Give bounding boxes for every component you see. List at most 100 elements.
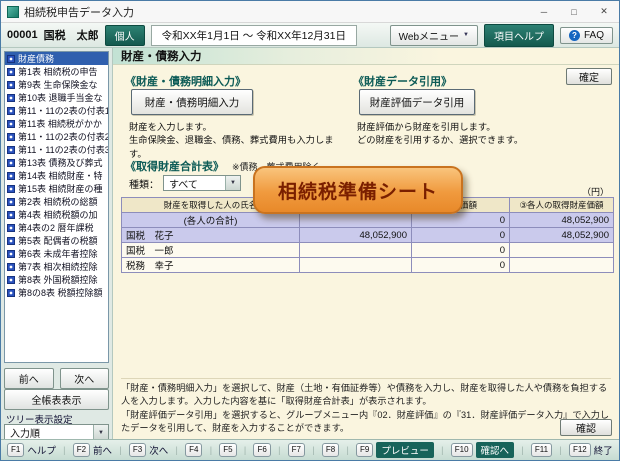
instruction-paragraph: 「財産評価データ引用」を選択すると、グループメニュー内『02．財産評価』の『31… <box>121 409 610 433</box>
fkey-f10-button[interactable]: F10 確認へ <box>450 442 515 458</box>
form-icon <box>7 288 15 297</box>
sidebar-item[interactable]: 第8表 外国税額控除 <box>5 273 108 286</box>
sidebar-item[interactable]: 第9表 生命保険金な <box>5 78 108 91</box>
fkey-label: 終了 <box>593 446 613 457</box>
form-icon <box>7 93 15 102</box>
form-icon <box>7 184 15 193</box>
page-title-band: 財産・債務入力 <box>113 48 619 65</box>
sidebar-item[interactable]: 第10表 退職手当金な <box>5 91 108 104</box>
form-icon <box>7 197 15 206</box>
property-debt-detail-button[interactable]: 財産・債務明細入力 <box>131 89 253 115</box>
table-row[interactable]: 国税 花子 48,052,900 0 48,052,900 <box>121 227 614 243</box>
tree-order-value: 入力順 <box>10 429 40 440</box>
sidebar-item-label: 第8表 外国税額控除 <box>18 275 98 285</box>
show-all-forms-button[interactable]: 全帳表表示 <box>4 389 109 410</box>
sidebar-item[interactable]: 第7表 相次相続控除 <box>5 260 108 273</box>
table-row[interactable]: (各人の合計) 0 48,052,900 <box>121 212 614 228</box>
property-eval-quote-button[interactable]: 財産評価データ引用 <box>359 89 475 115</box>
column-header: ③各人の取得財産価額 <box>509 197 614 213</box>
minimize-button[interactable]: ─ <box>529 1 559 22</box>
prev-button[interactable]: 前へ <box>4 368 54 389</box>
chevron-down-icon: ▼ <box>225 176 240 190</box>
separator: | <box>521 445 524 455</box>
fkey-cap: F8 <box>321 443 340 457</box>
chevron-down-icon: ▼ <box>463 32 469 38</box>
sidebar-item[interactable]: 第11表 相続税がかか <box>5 117 108 130</box>
amount-cell <box>299 257 412 273</box>
person-name-cell: 税務 幸子 <box>121 257 300 273</box>
sidebar-item-label: 第10表 退職手当金な <box>18 93 103 103</box>
sidebar-item[interactable]: 第13表 債務及び葬式 <box>5 156 108 169</box>
sidebar-item[interactable]: 第15表 相続財産の種 <box>5 182 108 195</box>
table-row[interactable]: 国税 一郎 0 <box>121 242 614 258</box>
fkey-f8-button[interactable]: F8 <box>321 443 340 457</box>
sidebar-item-label: 第11・11の2表の付表3 <box>18 145 108 155</box>
table-row[interactable]: 税務 幸子 0 <box>121 257 614 273</box>
detail-section-heading: 《財産・債務明細入力》 <box>125 76 246 88</box>
fkey-f11-button[interactable]: F11 <box>530 443 553 457</box>
function-key-bar: F1 ヘルプ | F2 前へ | F3 次へ | F4 | F5 | F6 | F7 | F8 | F9 プレビュー | F… <box>1 439 619 460</box>
person-type-badge[interactable]: 個人 <box>104 24 145 46</box>
sidebar-item-label: 第4表の2 暦年課税 <box>18 223 94 233</box>
faq-button[interactable]: ? FAQ <box>559 26 613 44</box>
sidebar-item-label: 第4表 相続税額の加 <box>18 210 98 220</box>
sidebar-item[interactable]: 第6表 未成年者控除 <box>5 247 108 260</box>
amount-cell: 0 <box>411 227 510 243</box>
fkey-cap: F9 <box>356 443 374 457</box>
sidebar-item[interactable]: 第14表 相続財産・特 <box>5 169 108 182</box>
sidebar-item[interactable]: 第2表 相続税の総額 <box>5 195 108 208</box>
form-icon <box>7 275 15 284</box>
sidebar-item-label: 第11表 相続税がかか <box>18 119 102 129</box>
check-button[interactable]: 確認 <box>560 419 612 436</box>
sidebar-item[interactable]: 第11・11の2表の付表1 <box>5 104 108 117</box>
fkey-cap: F6 <box>253 443 271 457</box>
sidebar-item[interactable]: 第8の8表 税額控除額 <box>5 286 108 299</box>
type-select[interactable]: すべて ▼ <box>163 175 241 191</box>
fkey-f1-button[interactable]: F1 ヘルプ <box>7 443 56 457</box>
fkey-cap: F1 <box>7 443 25 457</box>
fiscal-period: 令和XX年1月1日 ～ 令和XX年12月31日 <box>150 24 357 46</box>
person-name-cell: (各人の合計) <box>121 212 300 228</box>
fkey-f2-button[interactable]: F2 前へ <box>72 443 112 457</box>
amount-cell: 0 <box>411 212 510 228</box>
web-menu-label: Webメニュー <box>398 31 460 43</box>
fkey-f6-button[interactable]: F6 <box>253 443 271 457</box>
type-select-value: すべて <box>169 179 198 191</box>
sidebar-item-label: 第8の8表 税額控除額 <box>18 288 103 298</box>
sidebar-item[interactable]: 第1表 相続税の申告 <box>5 65 108 78</box>
callout-text: 相続税準備シート <box>277 181 438 203</box>
sidebar-item[interactable]: 財産債務 <box>5 52 108 65</box>
commit-button[interactable]: 確定 <box>566 68 612 85</box>
item-help-button[interactable]: 項目ヘルプ <box>483 23 554 47</box>
sidebar-tree: 財産債務 第1表 相続税の申告 第9表 生命保険金な 第10表 退職手当金な 第11・1… <box>4 51 109 363</box>
form-icon <box>7 80 15 89</box>
sidebar-item-label: 第15表 相続財産の種 <box>18 184 103 194</box>
quote-section-desc: 財産評価から財産を引用します。 どの財産を引用するか、選択できます。 <box>357 121 602 148</box>
sidebar-item[interactable]: 第11・11の2表の付表2 <box>5 130 108 143</box>
maximize-button[interactable]: □ <box>559 1 589 22</box>
amount-cell <box>299 242 412 258</box>
fkey-f7-button[interactable]: F7 <box>287 443 306 457</box>
sidebar-item[interactable]: 第11・11の2表の付表3 <box>5 143 108 156</box>
fkey-f3-button[interactable]: F3 次へ <box>128 443 168 457</box>
fkey-f4-button[interactable]: F4 <box>185 443 203 457</box>
detail-section-desc: 財産を入力します。 生命保険金、退職金、債務、葬式費用も入力します。 <box>129 121 349 161</box>
fkey-f5-button[interactable]: F5 <box>219 443 237 457</box>
quote-desc-line1: 財産評価から財産を引用します。 <box>357 122 496 132</box>
sidebar-item[interactable]: 第4表の2 暦年課税 <box>5 221 108 234</box>
next-button[interactable]: 次へ <box>59 368 109 389</box>
sidebar-item[interactable]: 第5表 配偶者の税額 <box>5 234 108 247</box>
fkey-cap: F10 <box>450 443 473 457</box>
amount-cell: 0 <box>411 257 510 273</box>
fkey-f9-button[interactable]: F9 プレビュー <box>356 442 434 458</box>
close-button[interactable]: ✕ <box>589 1 619 22</box>
form-icon <box>7 158 15 167</box>
detail-desc-line1: 財産を入力します。 <box>129 122 212 132</box>
web-menu-button[interactable]: Webメニュー ▼ <box>389 24 478 46</box>
form-icon <box>7 223 15 232</box>
sidebar-item[interactable]: 第4表 相続税額の加 <box>5 208 108 221</box>
person-name-cell: 国税 花子 <box>121 227 300 243</box>
quote-section-heading: 《財産データ引用》 <box>353 76 452 88</box>
fkey-f12-button[interactable]: F12 終了 <box>568 443 613 457</box>
sidebar-item-label: 財産債務 <box>18 54 55 64</box>
